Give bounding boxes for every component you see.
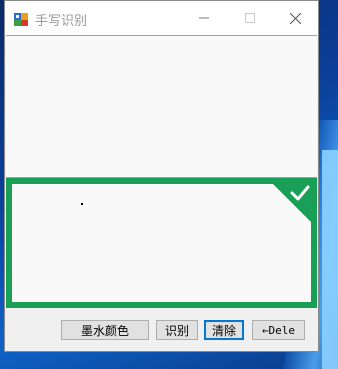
ink-stroke <box>81 203 83 205</box>
ink-color-button[interactable]: 墨水颜色 <box>61 320 149 340</box>
close-icon <box>289 12 301 24</box>
handwriting-canvas-frame <box>6 178 317 308</box>
maximize-button[interactable] <box>227 1 273 35</box>
clear-button[interactable]: 清除 <box>204 320 244 340</box>
maximize-icon <box>245 13 255 23</box>
minimize-icon <box>199 17 209 19</box>
handwriting-window: 手写识别 墨水颜色 识别 清除 ←Dele <box>4 0 319 352</box>
recognition-result-area <box>6 35 317 178</box>
app-icon <box>14 11 28 26</box>
delete-button[interactable]: ←Dele <box>252 320 305 340</box>
title-bar[interactable]: 手写识别 <box>5 1 318 35</box>
checkmark-icon <box>289 182 311 204</box>
recognize-button[interactable]: 识别 <box>156 320 198 340</box>
minimize-button[interactable] <box>181 1 227 35</box>
close-button[interactable] <box>272 1 318 35</box>
window-title: 手写识别 <box>35 14 88 29</box>
desktop-light-glow-bright <box>322 150 338 369</box>
